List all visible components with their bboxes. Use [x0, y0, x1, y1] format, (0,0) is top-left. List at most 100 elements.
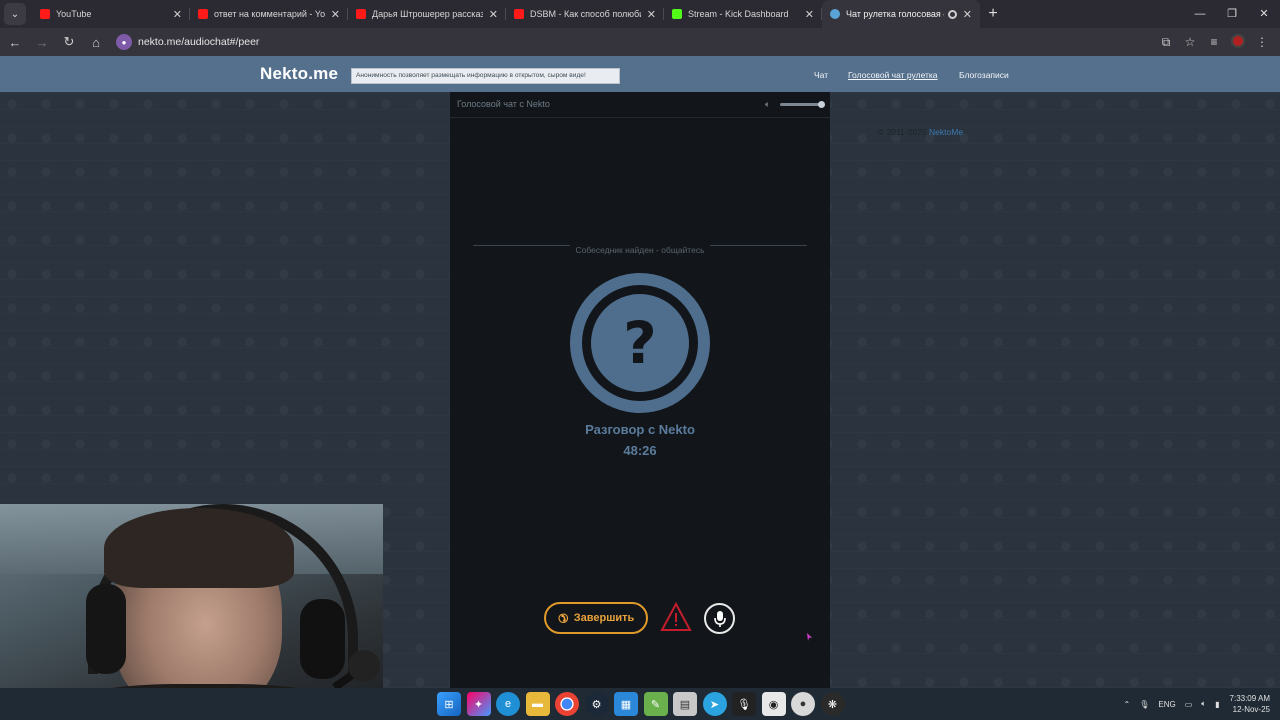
headset-cup-left — [86, 584, 126, 674]
nekto-icon — [830, 9, 840, 19]
site-header — [0, 56, 1280, 92]
headset-cup-right — [300, 599, 345, 679]
status-line: Собеседник найден - общайтесь — [450, 240, 830, 258]
install-app-icon[interactable]: ⧉ — [1154, 35, 1178, 50]
forward-icon[interactable]: → — [30, 30, 54, 54]
store-icon[interactable]: ▦ — [614, 692, 638, 716]
clock-time: 7:33:09 AM — [1229, 694, 1270, 703]
end-call-label: Завершить — [573, 612, 635, 624]
browser-tab[interactable]: DSBM - Как способ полюбить ✕ — [506, 0, 664, 28]
close-icon[interactable]: ✕ — [489, 8, 498, 21]
copyright: © 2011-2025 NektoMe — [878, 127, 963, 137]
microphone-app-icon[interactable]: 🎙︎ — [732, 692, 756, 716]
close-icon[interactable]: ✕ — [805, 8, 814, 21]
copyright-text: © 2011-2025 — [878, 127, 927, 137]
close-icon[interactable]: ✕ — [173, 8, 182, 21]
network-icon[interactable]: ▭ — [1185, 700, 1193, 709]
browser-toolbar: ← → ↻ ⌂ ● nekto.me/audiochat#/peer ⧉ ☆ ≡… — [0, 28, 1280, 56]
tab-title: DSBM - Как способ полюбить — [530, 9, 641, 19]
youtube-icon — [356, 9, 366, 19]
url-text: nekto.me/audiochat#/peer — [138, 36, 260, 48]
youtube-icon — [40, 9, 50, 19]
language-indicator[interactable]: ENG — [1158, 700, 1175, 709]
media-control-icon[interactable]: ≡ — [1202, 35, 1226, 49]
menu-kebab-icon[interactable]: ⋮ — [1250, 35, 1274, 49]
youtube-icon — [198, 9, 208, 19]
phone-hangup-icon: ✆ — [554, 609, 572, 627]
close-icon[interactable]: ✕ — [963, 8, 972, 21]
nav-link-blog[interactable]: Блогозаписи — [959, 70, 1009, 80]
home-icon[interactable]: ⌂ — [84, 30, 108, 54]
report-button[interactable] — [660, 601, 692, 632]
tab-title: Чат рулетка голосовая — N — [846, 9, 944, 19]
browser-tab[interactable]: Дарья Штрошерер рассказыв ✕ — [348, 0, 506, 28]
headset-mic — [348, 650, 380, 682]
restore-icon[interactable]: ❐ — [1216, 0, 1248, 28]
panel-header: Голосовой чат с Nekto 🔈︎ — [450, 92, 830, 118]
peer-avatar: ? — [570, 273, 710, 413]
copyright-link[interactable]: NektoMe — [929, 127, 963, 137]
volume-slider-handle[interactable] — [818, 101, 825, 108]
browser-tab[interactable]: ответ на комментарий - YouTube ✕ — [190, 0, 348, 28]
browser-tab-active[interactable]: Чат рулетка голосовая — N ✕ — [822, 0, 980, 28]
webcam-person-hair — [104, 508, 294, 588]
obs-icon[interactable]: ◉ — [761, 692, 786, 716]
tab-title: ответ на комментарий - YouTube — [214, 9, 325, 19]
tab-title: Дарья Штрошерер рассказыв — [372, 9, 483, 19]
steam-icon[interactable]: ⚙ — [584, 692, 609, 716]
close-icon[interactable]: ✕ — [647, 8, 656, 21]
panel-title: Голосовой чат с Nekto — [457, 99, 550, 109]
nav-link-chat[interactable]: Чат — [814, 70, 828, 80]
folder-icon[interactable]: ▤ — [673, 692, 697, 716]
tab-search-icon[interactable]: ⌄ — [4, 3, 26, 25]
browser-tab[interactable]: YouTube ✕ — [32, 0, 190, 28]
site-logo[interactable]: Nekto.me — [260, 64, 338, 84]
volume-slider[interactable] — [780, 103, 822, 106]
browser-tab[interactable]: Stream - Kick Dashboard ✕ — [664, 0, 822, 28]
window-controls: — ❐ ✕ — [1184, 0, 1280, 28]
volume-icon[interactable]: 🔈︎ — [765, 99, 770, 110]
close-icon[interactable]: ✕ — [331, 8, 340, 21]
tab-title: YouTube — [56, 9, 92, 19]
taskbar-apps: ⊞ ✦ e ▬ ⚙ ▦ ✎ ▤ ➤ 🎙︎ ◉ ● ❋ — [437, 692, 850, 716]
kick-icon — [672, 9, 682, 19]
copilot-icon[interactable]: ✦ — [466, 692, 491, 716]
avatar-ring: ? — [582, 285, 698, 401]
call-timer: 48:26 — [623, 443, 657, 458]
end-call-button[interactable]: ✆ Завершить — [544, 602, 648, 634]
voice-chat-panel: Голосовой чат с Nekto 🔈︎ Собеседник найд… — [450, 92, 830, 688]
microphone-button[interactable] — [704, 603, 735, 634]
back-icon[interactable]: ← — [3, 30, 27, 54]
microphone-permission-icon[interactable]: ● — [116, 34, 132, 50]
status-text: Собеседник найден - общайтесь — [570, 245, 710, 255]
notepad-icon[interactable]: ✎ — [643, 692, 668, 716]
chatgpt-icon[interactable]: ❋ — [820, 692, 845, 716]
clock-date: 12-Nov-25 — [1232, 705, 1270, 714]
tray-chevron-icon[interactable]: ⌃ — [1124, 700, 1131, 709]
start-icon[interactable]: ⊞ — [437, 692, 461, 716]
close-window-icon[interactable]: ✕ — [1248, 0, 1280, 28]
telegram-icon[interactable]: ➤ — [702, 692, 727, 716]
edge-icon[interactable]: e — [496, 692, 520, 716]
tray-mic-icon[interactable]: 🎙︎ — [1139, 700, 1149, 709]
system-clock[interactable]: 7:33:09 AM 12-Nov-25 — [1230, 693, 1270, 715]
bookmark-star-icon[interactable]: ☆ — [1178, 35, 1202, 49]
reload-icon[interactable]: ↻ — [57, 30, 81, 54]
profile-avatar[interactable] — [1226, 33, 1250, 51]
minimize-icon[interactable]: — — [1184, 0, 1216, 28]
speaker-icon[interactable]: 🔈︎ — [1201, 699, 1206, 709]
recording-icon — [947, 9, 957, 19]
nav-link-voice-roulette[interactable]: Голосовой чат рулетка — [848, 70, 938, 80]
youtube-icon — [514, 9, 524, 19]
anonymity-notice: Анонимность позволяет размещать информац… — [351, 68, 620, 84]
browser-tabstrip: ⌄ YouTube ✕ ответ на комментарий - YouTu… — [0, 0, 1280, 28]
battery-icon[interactable]: ▮ — [1215, 700, 1219, 709]
file-explorer-icon[interactable]: ▬ — [525, 692, 550, 716]
new-tab-icon[interactable]: + — [980, 5, 1006, 23]
address-bar[interactable]: ● nekto.me/audiochat#/peer — [114, 31, 1154, 53]
chrome-icon[interactable] — [555, 692, 579, 716]
system-tray: ⌃ 🎙︎ ENG ▭ 🔈︎ ▮ 7:33:09 AM 12-Nov-25 — [1115, 688, 1270, 720]
tab-title: Stream - Kick Dashboard — [688, 9, 789, 19]
conversation-title: Разговор с Nekto — [585, 422, 695, 437]
app-icon[interactable]: ● — [791, 692, 815, 716]
